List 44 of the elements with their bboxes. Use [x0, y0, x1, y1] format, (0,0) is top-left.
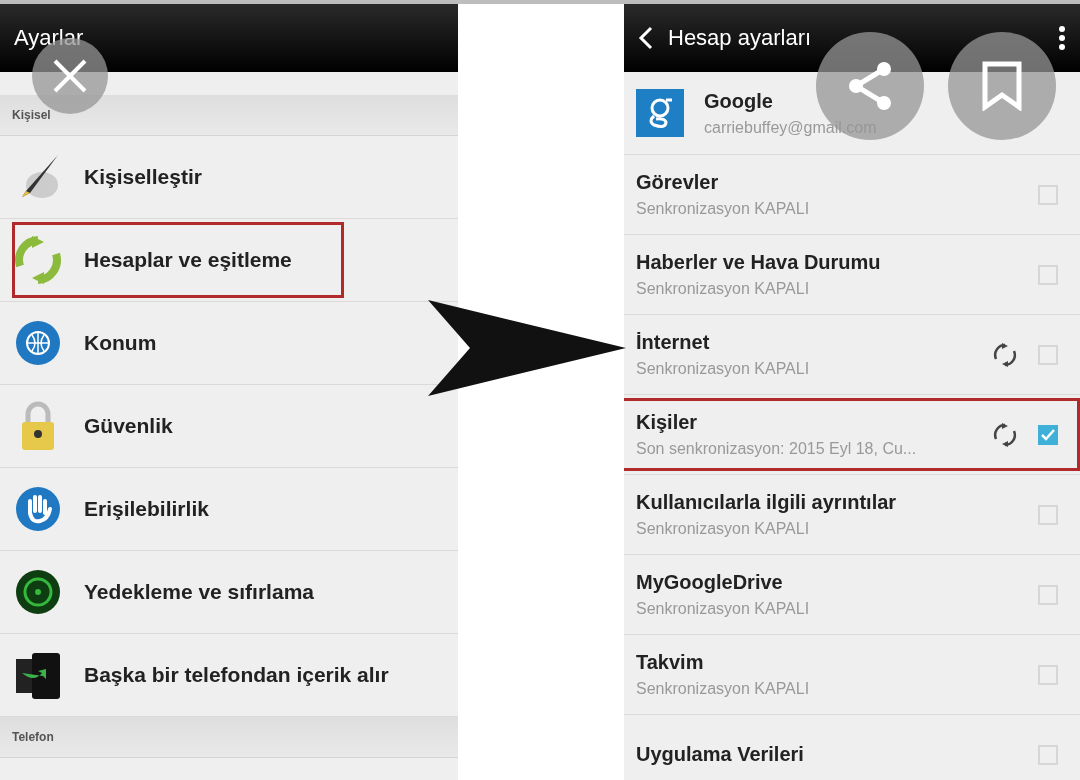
checkbox[interactable]	[1038, 264, 1058, 285]
sync-item-title: Kişiler	[636, 411, 699, 434]
checkbox[interactable]	[1038, 664, 1058, 685]
sync-item-title: İnternet	[636, 331, 711, 354]
more-options-icon[interactable]	[1058, 25, 1066, 51]
settings-item[interactable]: Konum	[84, 331, 157, 355]
checkbox[interactable]	[1038, 344, 1058, 365]
google-app-icon	[636, 89, 684, 137]
sync-item-title: Görevler	[636, 171, 720, 194]
sync-item-title: MyGoogleDrive	[636, 571, 784, 594]
settings-item[interactable]: Yedekleme ve sıfırlama	[84, 580, 314, 604]
sync-status: Senkronizasyon KAPALI	[636, 680, 811, 698]
checkbox[interactable]	[1038, 584, 1058, 605]
sync-status: Son senkronizasyon: 2015 Eyl 18, Cu...	[636, 440, 918, 458]
sync-status: Senkronizasyon KAPALI	[636, 360, 811, 378]
settings-item[interactable]: Kişiselleştir	[84, 165, 202, 189]
sync-status: Senkronizasyon KAPALI	[636, 280, 811, 298]
share-icon	[846, 61, 894, 111]
checkbox[interactable]	[1038, 504, 1058, 525]
section-title: Kişisel	[12, 108, 51, 122]
sync-item-title: Uygulama Verileri	[636, 743, 805, 766]
settings-item[interactable]: Hesaplar ve eşitleme	[84, 248, 292, 272]
account-name: Google	[704, 89, 774, 113]
checkbox[interactable]	[1038, 744, 1058, 765]
sync-icon[interactable]	[992, 341, 1018, 368]
checkbox[interactable]	[1038, 184, 1058, 205]
sync-item-title: Kullanıcılarla ilgili ayrıntılar	[636, 491, 898, 514]
screen-title: Ayarlar	[14, 25, 85, 51]
bookmark-icon	[982, 61, 1022, 111]
back-icon[interactable]	[638, 26, 654, 50]
sync-status: Senkronizasyon KAPALI	[636, 600, 811, 618]
sync-icon[interactable]	[992, 421, 1018, 448]
section-title: Telefon	[12, 730, 54, 744]
close-icon	[52, 58, 88, 94]
settings-item[interactable]: Başka bir telefondan içerik alır	[84, 663, 389, 687]
sync-item-title: Takvim	[636, 651, 705, 674]
sync-status: Senkronizasyon KAPALI	[636, 200, 811, 218]
sync-status: Senkronizasyon KAPALI	[636, 520, 811, 538]
sync-item-title: Haberler ve Hava Durumu	[636, 251, 882, 274]
settings-item[interactable]: Güvenlik	[84, 414, 173, 438]
screen-title: Hesap ayarları	[668, 25, 813, 51]
sync-icon	[12, 234, 64, 286]
checkbox[interactable]	[1038, 424, 1058, 445]
settings-item[interactable]: Erişilebilirlik	[84, 497, 209, 521]
